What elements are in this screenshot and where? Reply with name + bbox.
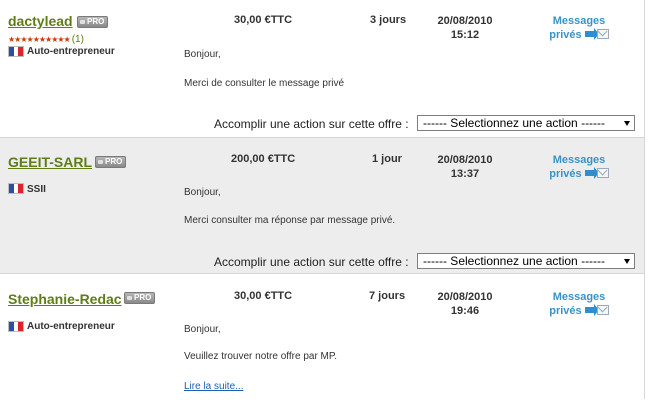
messages-label[interactable]: Messages bbox=[544, 290, 614, 304]
private-messages-link[interactable]: Messages privés bbox=[544, 153, 614, 181]
message-text: Merci consulter ma réponse par message p… bbox=[184, 215, 396, 226]
offer-delay: 7 jours bbox=[369, 290, 406, 302]
action-label: Accomplir une action sur cette offre : bbox=[214, 255, 409, 269]
france-flag-icon bbox=[8, 183, 24, 194]
private-messages-link[interactable]: Messages privés bbox=[544, 290, 614, 318]
rating-count: (1) bbox=[71, 34, 84, 45]
action-select-value[interactable]: ------ Selectionnez une action ------ bbox=[423, 254, 605, 269]
offer-time: 13:37 bbox=[450, 168, 480, 180]
prives-label[interactable]: privés bbox=[549, 29, 581, 41]
offer-datetime: 20/08/2010 13:37 bbox=[425, 153, 505, 181]
action-label: Accomplir une action sur cette offre : bbox=[214, 117, 409, 131]
rating-stars: ★★★★★★★★★★ (1) bbox=[8, 34, 84, 45]
message-greeting: Bonjour, bbox=[184, 324, 221, 335]
pro-badge: PRO bbox=[77, 16, 109, 28]
offer-time: 19:46 bbox=[450, 305, 480, 317]
prives-label[interactable]: privés bbox=[549, 168, 581, 180]
envelope-arrow-icon[interactable] bbox=[584, 167, 609, 179]
private-messages-link[interactable]: Messages privés bbox=[544, 14, 614, 42]
username-link[interactable]: Stephanie-Redac bbox=[8, 291, 122, 307]
offer-price: 30,00 €TTC bbox=[234, 14, 293, 26]
offer-datetime: 20/08/2010 19:46 bbox=[425, 290, 505, 318]
offer-row-2: GEEIT-SARL PRO SSII 200,00 €TTC 1 jour 2… bbox=[0, 137, 644, 274]
offer-row-1: dactylead PRO ★★★★★★★★★★ (1) Auto-entrepr… bbox=[0, 0, 644, 137]
seller-status: Auto-entrepreneur bbox=[27, 321, 115, 332]
read-more-link[interactable]: Lire la suite... bbox=[184, 381, 243, 392]
france-flag-icon bbox=[8, 46, 24, 57]
message-greeting: Bonjour, bbox=[184, 187, 221, 198]
chevron-down-icon[interactable] bbox=[624, 121, 630, 126]
message-greeting: Bonjour, bbox=[184, 49, 221, 60]
envelope-arrow-icon[interactable] bbox=[584, 304, 609, 316]
offer-date: 20/08/2010 bbox=[437, 154, 493, 166]
username-link[interactable]: GEEIT-SARL bbox=[8, 154, 92, 170]
prives-label[interactable]: privés bbox=[549, 305, 581, 317]
action-select[interactable]: ------ Selectionnez une action ------ bbox=[417, 253, 635, 269]
offer-delay: 1 jour bbox=[372, 153, 402, 165]
username-link[interactable]: dactylead bbox=[8, 13, 73, 29]
message-text: Veuillez trouver notre offre par MP. bbox=[184, 351, 338, 362]
pro-badge: PRO bbox=[124, 292, 156, 304]
france-flag-icon bbox=[8, 321, 24, 332]
offer-time: 15:12 bbox=[450, 29, 480, 41]
offer-price: 200,00 €TTC bbox=[231, 153, 296, 165]
offer-row-3: Stephanie-Redac PRO Auto-entrepreneur 30… bbox=[0, 273, 644, 400]
action-select-value[interactable]: ------ Selectionnez une action ------ bbox=[423, 116, 605, 131]
chevron-down-icon[interactable] bbox=[624, 259, 630, 264]
envelope-arrow-icon[interactable] bbox=[584, 28, 609, 40]
offer-datetime: 20/08/2010 15:12 bbox=[425, 14, 505, 42]
messages-label[interactable]: Messages bbox=[544, 14, 614, 28]
offer-date: 20/08/2010 bbox=[437, 15, 493, 27]
seller-status: Auto-entrepreneur bbox=[27, 46, 115, 57]
star-icons: ★★★★★★★★★★ bbox=[8, 35, 71, 44]
offer-date: 20/08/2010 bbox=[437, 291, 493, 303]
action-select[interactable]: ------ Selectionnez une action ------ bbox=[417, 115, 635, 131]
offer-price: 30,00 €TTC bbox=[234, 290, 293, 302]
right-border bbox=[644, 0, 645, 399]
offer-delay: 3 jours bbox=[370, 14, 407, 26]
message-text: Merci de consulter le message privé bbox=[184, 78, 345, 89]
seller-status: SSII bbox=[27, 184, 46, 195]
messages-label[interactable]: Messages bbox=[544, 153, 614, 167]
pro-badge: PRO bbox=[95, 156, 127, 168]
